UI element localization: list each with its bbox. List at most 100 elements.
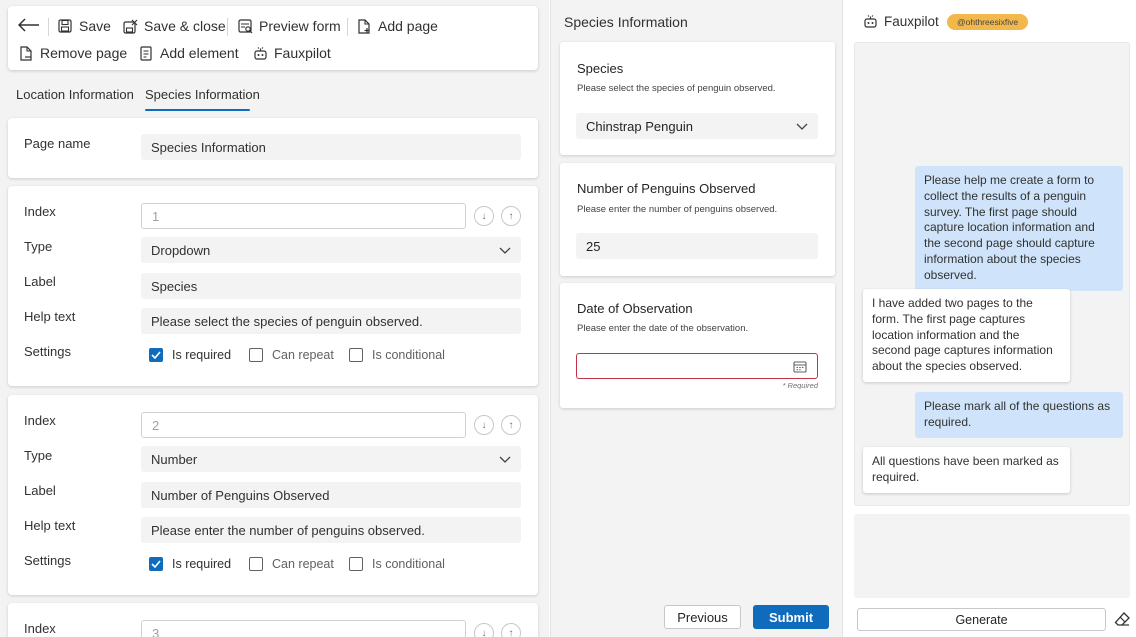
can-repeat-text: Can repeat: [272, 348, 334, 362]
move-down-button[interactable]: ↓: [474, 206, 494, 226]
is-required-checkbox[interactable]: Is required: [149, 557, 231, 571]
add-page-label: Add page: [378, 18, 438, 34]
add-element-icon: [138, 45, 154, 61]
save-close-icon: [122, 18, 138, 34]
save-icon: [57, 18, 73, 34]
penguin-count-value: 25: [586, 238, 601, 254]
generate-button[interactable]: Generate: [857, 608, 1106, 631]
remove-page-button[interactable]: Remove page: [18, 45, 127, 61]
help-text-input[interactable]: Please enter the number of penguins obse…: [141, 517, 521, 543]
checkbox-checked-icon: [149, 348, 163, 362]
page-settings-card: Page name Species Information: [8, 118, 538, 178]
move-up-button[interactable]: ↑: [501, 623, 521, 637]
user-badge: @ohthreesixfive: [947, 14, 1029, 30]
can-repeat-text: Can repeat: [272, 557, 334, 571]
calendar-icon[interactable]: [793, 360, 807, 373]
species-dropdown[interactable]: Chinstrap Penguin: [576, 113, 818, 139]
can-repeat-checkbox[interactable]: Can repeat: [249, 557, 334, 571]
label-input[interactable]: Number of Penguins Observed: [141, 482, 521, 508]
help-text-label: Help text: [24, 518, 76, 533]
is-required-text: Is required: [172, 557, 232, 571]
add-page-button[interactable]: Add page: [356, 18, 438, 34]
chevron-down-icon: [499, 247, 511, 254]
fauxpilot-panel: Fauxpilot @ohthreesixfive Please help me…: [845, 0, 1136, 637]
arrow-up-icon: ↑: [508, 627, 514, 637]
type-label: Type: [24, 239, 53, 254]
back-button[interactable]: [18, 17, 40, 33]
add-page-icon: [356, 18, 372, 34]
chat-input[interactable]: [854, 514, 1130, 598]
move-down-button[interactable]: ↓: [474, 623, 494, 637]
required-note: * Required: [782, 381, 818, 390]
type-label: Type: [24, 448, 53, 463]
settings-label: Settings: [24, 553, 71, 568]
remove-page-label: Remove page: [40, 45, 128, 61]
question-help: Please enter the date of the observation…: [577, 323, 749, 334]
submit-button[interactable]: Submit: [753, 605, 829, 629]
is-conditional-checkbox[interactable]: Is conditional: [349, 557, 445, 571]
type-select[interactable]: Dropdown: [141, 237, 521, 263]
tab-location-information[interactable]: Location Information: [16, 87, 134, 102]
index-input[interactable]: 2: [141, 412, 466, 438]
save-button[interactable]: Save: [57, 18, 111, 34]
page-name-input[interactable]: Species Information: [141, 134, 521, 160]
checkbox-unchecked-icon: [349, 557, 363, 571]
chevron-down-icon: [499, 456, 511, 463]
move-up-button[interactable]: ↑: [501, 206, 521, 226]
element-card: Index 2 ↓ ↑ Type Number Label Number of …: [8, 395, 538, 595]
arrow-up-icon: ↑: [508, 419, 514, 431]
move-up-button[interactable]: ↑: [501, 415, 521, 435]
label-input[interactable]: Species: [141, 273, 521, 299]
is-required-checkbox[interactable]: Is required: [149, 348, 231, 362]
type-value: Number: [151, 451, 198, 467]
user-message: Please mark all of the questions as requ…: [915, 392, 1123, 438]
question-card: Species Please select the species of pen…: [560, 42, 835, 155]
user-message: Please help me create a form to collect …: [915, 166, 1123, 291]
chevron-down-icon: [796, 123, 808, 130]
preview-form-button[interactable]: Preview form: [237, 18, 341, 34]
add-element-button[interactable]: Add element: [138, 45, 239, 61]
index-label: Index: [24, 621, 56, 636]
help-text-input[interactable]: Please select the species of penguin obs…: [141, 308, 521, 334]
chat-header: Fauxpilot: [863, 14, 939, 29]
fauxpilot-icon: [252, 45, 268, 61]
checkbox-unchecked-icon: [349, 348, 363, 362]
question-title: Species: [577, 61, 624, 76]
remove-page-icon: [18, 45, 34, 61]
tab-species-information[interactable]: Species Information: [145, 87, 260, 102]
checkbox-unchecked-icon: [249, 557, 263, 571]
can-repeat-checkbox[interactable]: Can repeat: [249, 348, 334, 362]
penguin-count-input[interactable]: 25: [576, 233, 818, 259]
checkbox-checked-icon: [149, 557, 163, 571]
fauxpilot-label: Fauxpilot: [274, 45, 331, 61]
move-down-button[interactable]: ↓: [474, 415, 494, 435]
date-input[interactable]: [576, 353, 818, 379]
is-required-text: Is required: [172, 348, 232, 362]
save-close-button[interactable]: Save & close: [122, 18, 226, 34]
save-close-label: Save & close: [144, 18, 226, 34]
type-select[interactable]: Number: [141, 446, 521, 472]
previous-button[interactable]: Previous: [664, 605, 741, 629]
question-card: Date of Observation Please enter the dat…: [560, 283, 835, 408]
chat-messages: Please help me create a form to collect …: [854, 42, 1130, 506]
settings-label: Settings: [24, 344, 71, 359]
preview-page-title: Species Information: [564, 14, 688, 30]
assistant-message: All questions have been marked as requir…: [863, 447, 1070, 493]
chat-title: Fauxpilot: [884, 14, 939, 29]
question-title: Number of Penguins Observed: [577, 181, 756, 196]
index-label: Index: [24, 413, 56, 428]
page-name-label: Page name: [24, 136, 91, 151]
eraser-icon[interactable]: [1114, 611, 1132, 629]
index-input[interactable]: 3: [141, 620, 466, 637]
question-help: Please enter the number of penguins obse…: [577, 204, 778, 215]
fauxpilot-icon: [863, 14, 878, 29]
form-editor-panel: Save Save & close Preview form Add page: [0, 0, 549, 637]
index-input[interactable]: 1: [141, 203, 466, 229]
preview-label: Preview form: [259, 18, 341, 34]
question-card: Number of Penguins Observed Please enter…: [560, 163, 835, 276]
species-dropdown-value: Chinstrap Penguin: [586, 118, 693, 134]
is-conditional-checkbox[interactable]: Is conditional: [349, 348, 445, 362]
element-card: Index 3 ↓ ↑: [8, 603, 538, 637]
fauxpilot-button[interactable]: Fauxpilot: [252, 45, 331, 61]
add-element-label: Add element: [160, 45, 239, 61]
